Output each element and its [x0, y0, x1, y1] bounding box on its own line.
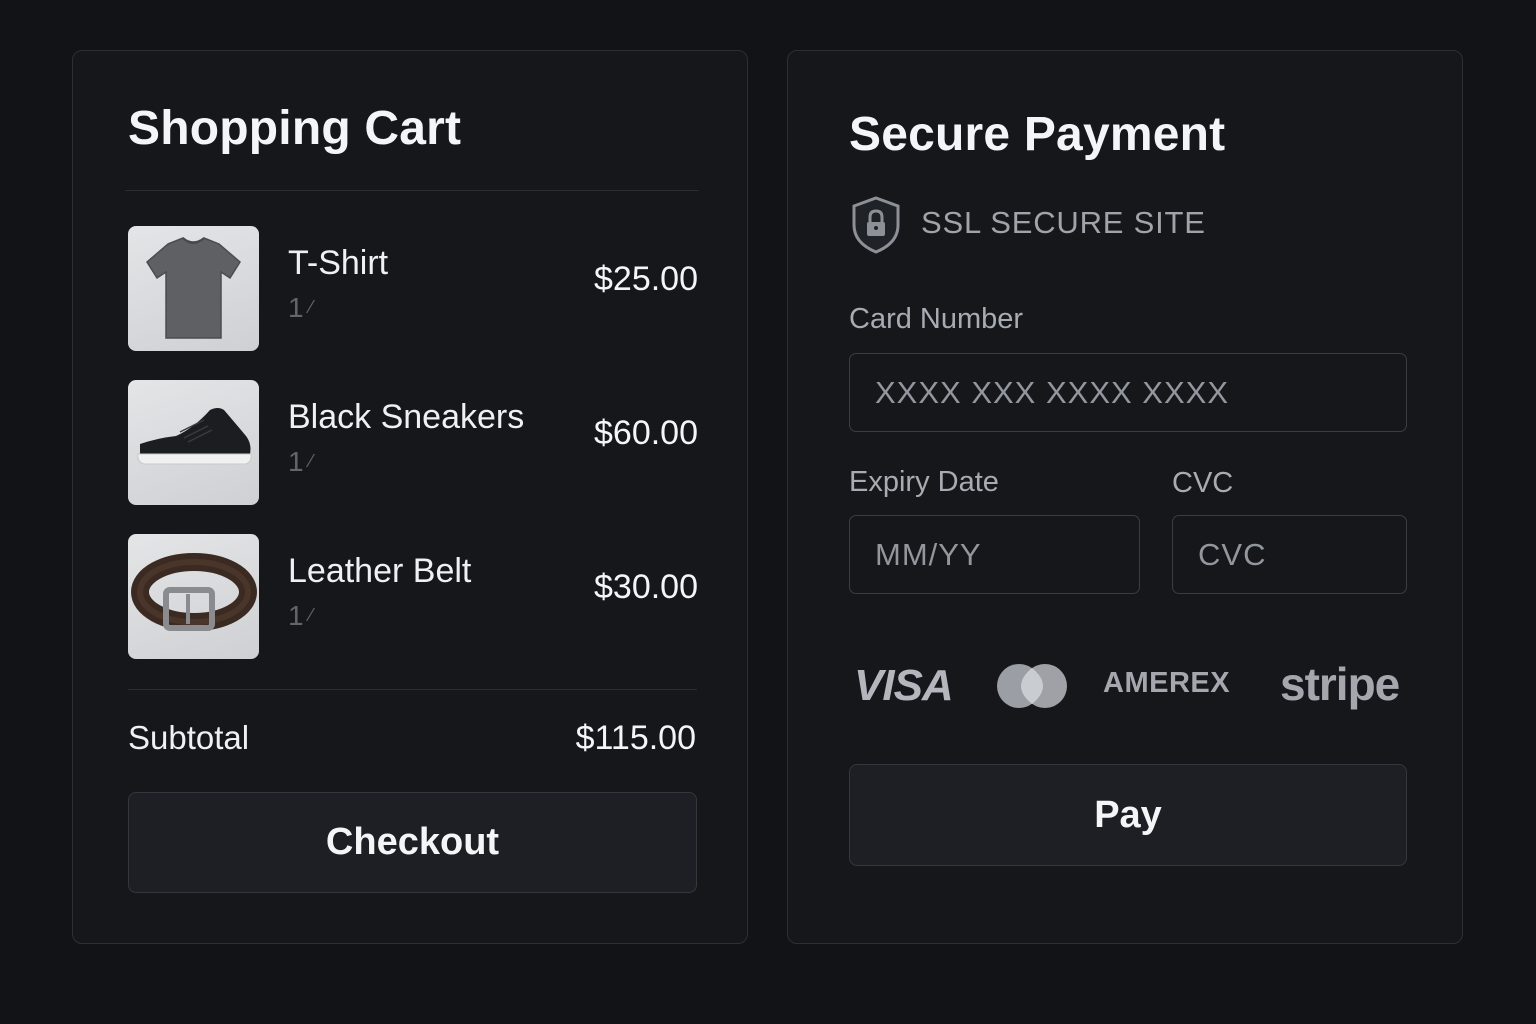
shield-lock-icon	[852, 196, 900, 254]
card-number-label: Card Number	[849, 303, 1024, 335]
payment-title: Secure Payment	[849, 108, 1226, 161]
edit-icon[interactable]: ⁄	[310, 605, 313, 625]
checkout-button[interactable]: Checkout	[128, 792, 697, 893]
edit-icon[interactable]: ⁄	[310, 451, 313, 471]
stripe-logo: stripe	[1280, 658, 1400, 710]
sneakers-image	[128, 380, 259, 505]
ssl-badge: SSL SECURE SITE	[849, 193, 1349, 254]
visa-logo: VISA	[854, 661, 954, 710]
cart-item: Black Sneakers 1 ⁄ $60.00	[128, 380, 698, 506]
cvc-input[interactable]	[1172, 515, 1407, 594]
subtotal-label: Subtotal	[128, 719, 250, 756]
item-quantity[interactable]: 1 ⁄	[288, 446, 313, 478]
cvc-label: CVC	[1172, 467, 1234, 499]
cart-title: Shopping Cart	[128, 102, 462, 155]
divider	[128, 689, 697, 690]
item-quantity-value: 1	[288, 446, 304, 477]
expiry-date-label: Expiry Date	[849, 466, 999, 498]
item-quantity-value: 1	[288, 292, 304, 323]
amex-logo: AMEREX	[1103, 667, 1231, 699]
expiry-date-input[interactable]	[849, 515, 1140, 594]
mastercard-logo	[997, 664, 1067, 708]
item-name: Black Sneakers	[288, 398, 525, 436]
item-quantity[interactable]: 1 ⁄	[288, 292, 313, 324]
item-name: T-Shirt	[288, 244, 389, 282]
item-name: Leather Belt	[288, 552, 472, 590]
cart-item: Leather Belt 1 ⁄ $30.00	[128, 534, 698, 660]
shopping-cart-panel: Shopping Cart T-Shirt 1 ⁄ $25.00 Black Sn…	[72, 50, 748, 944]
item-quantity-value: 1	[288, 600, 304, 631]
item-quantity[interactable]: 1 ⁄	[288, 600, 313, 632]
item-price: $60.00	[594, 414, 698, 452]
item-price: $30.00	[594, 568, 698, 606]
pay-button[interactable]: Pay	[849, 764, 1407, 866]
t-shirt-image	[128, 226, 259, 351]
divider	[125, 190, 699, 191]
edit-icon[interactable]: ⁄	[310, 297, 313, 317]
belt-image	[128, 534, 259, 659]
cart-item: T-Shirt 1 ⁄ $25.00	[128, 226, 698, 352]
item-price: $25.00	[594, 260, 698, 298]
subtotal-value: $115.00	[575, 719, 696, 757]
card-brands: VISA AMEREX stripe	[849, 651, 1409, 721]
ssl-text: SSL SECURE SITE	[921, 205, 1206, 240]
card-number-input[interactable]	[849, 353, 1407, 432]
secure-payment-panel: Secure Payment SSL SECURE SITE Card Numb…	[787, 50, 1463, 944]
